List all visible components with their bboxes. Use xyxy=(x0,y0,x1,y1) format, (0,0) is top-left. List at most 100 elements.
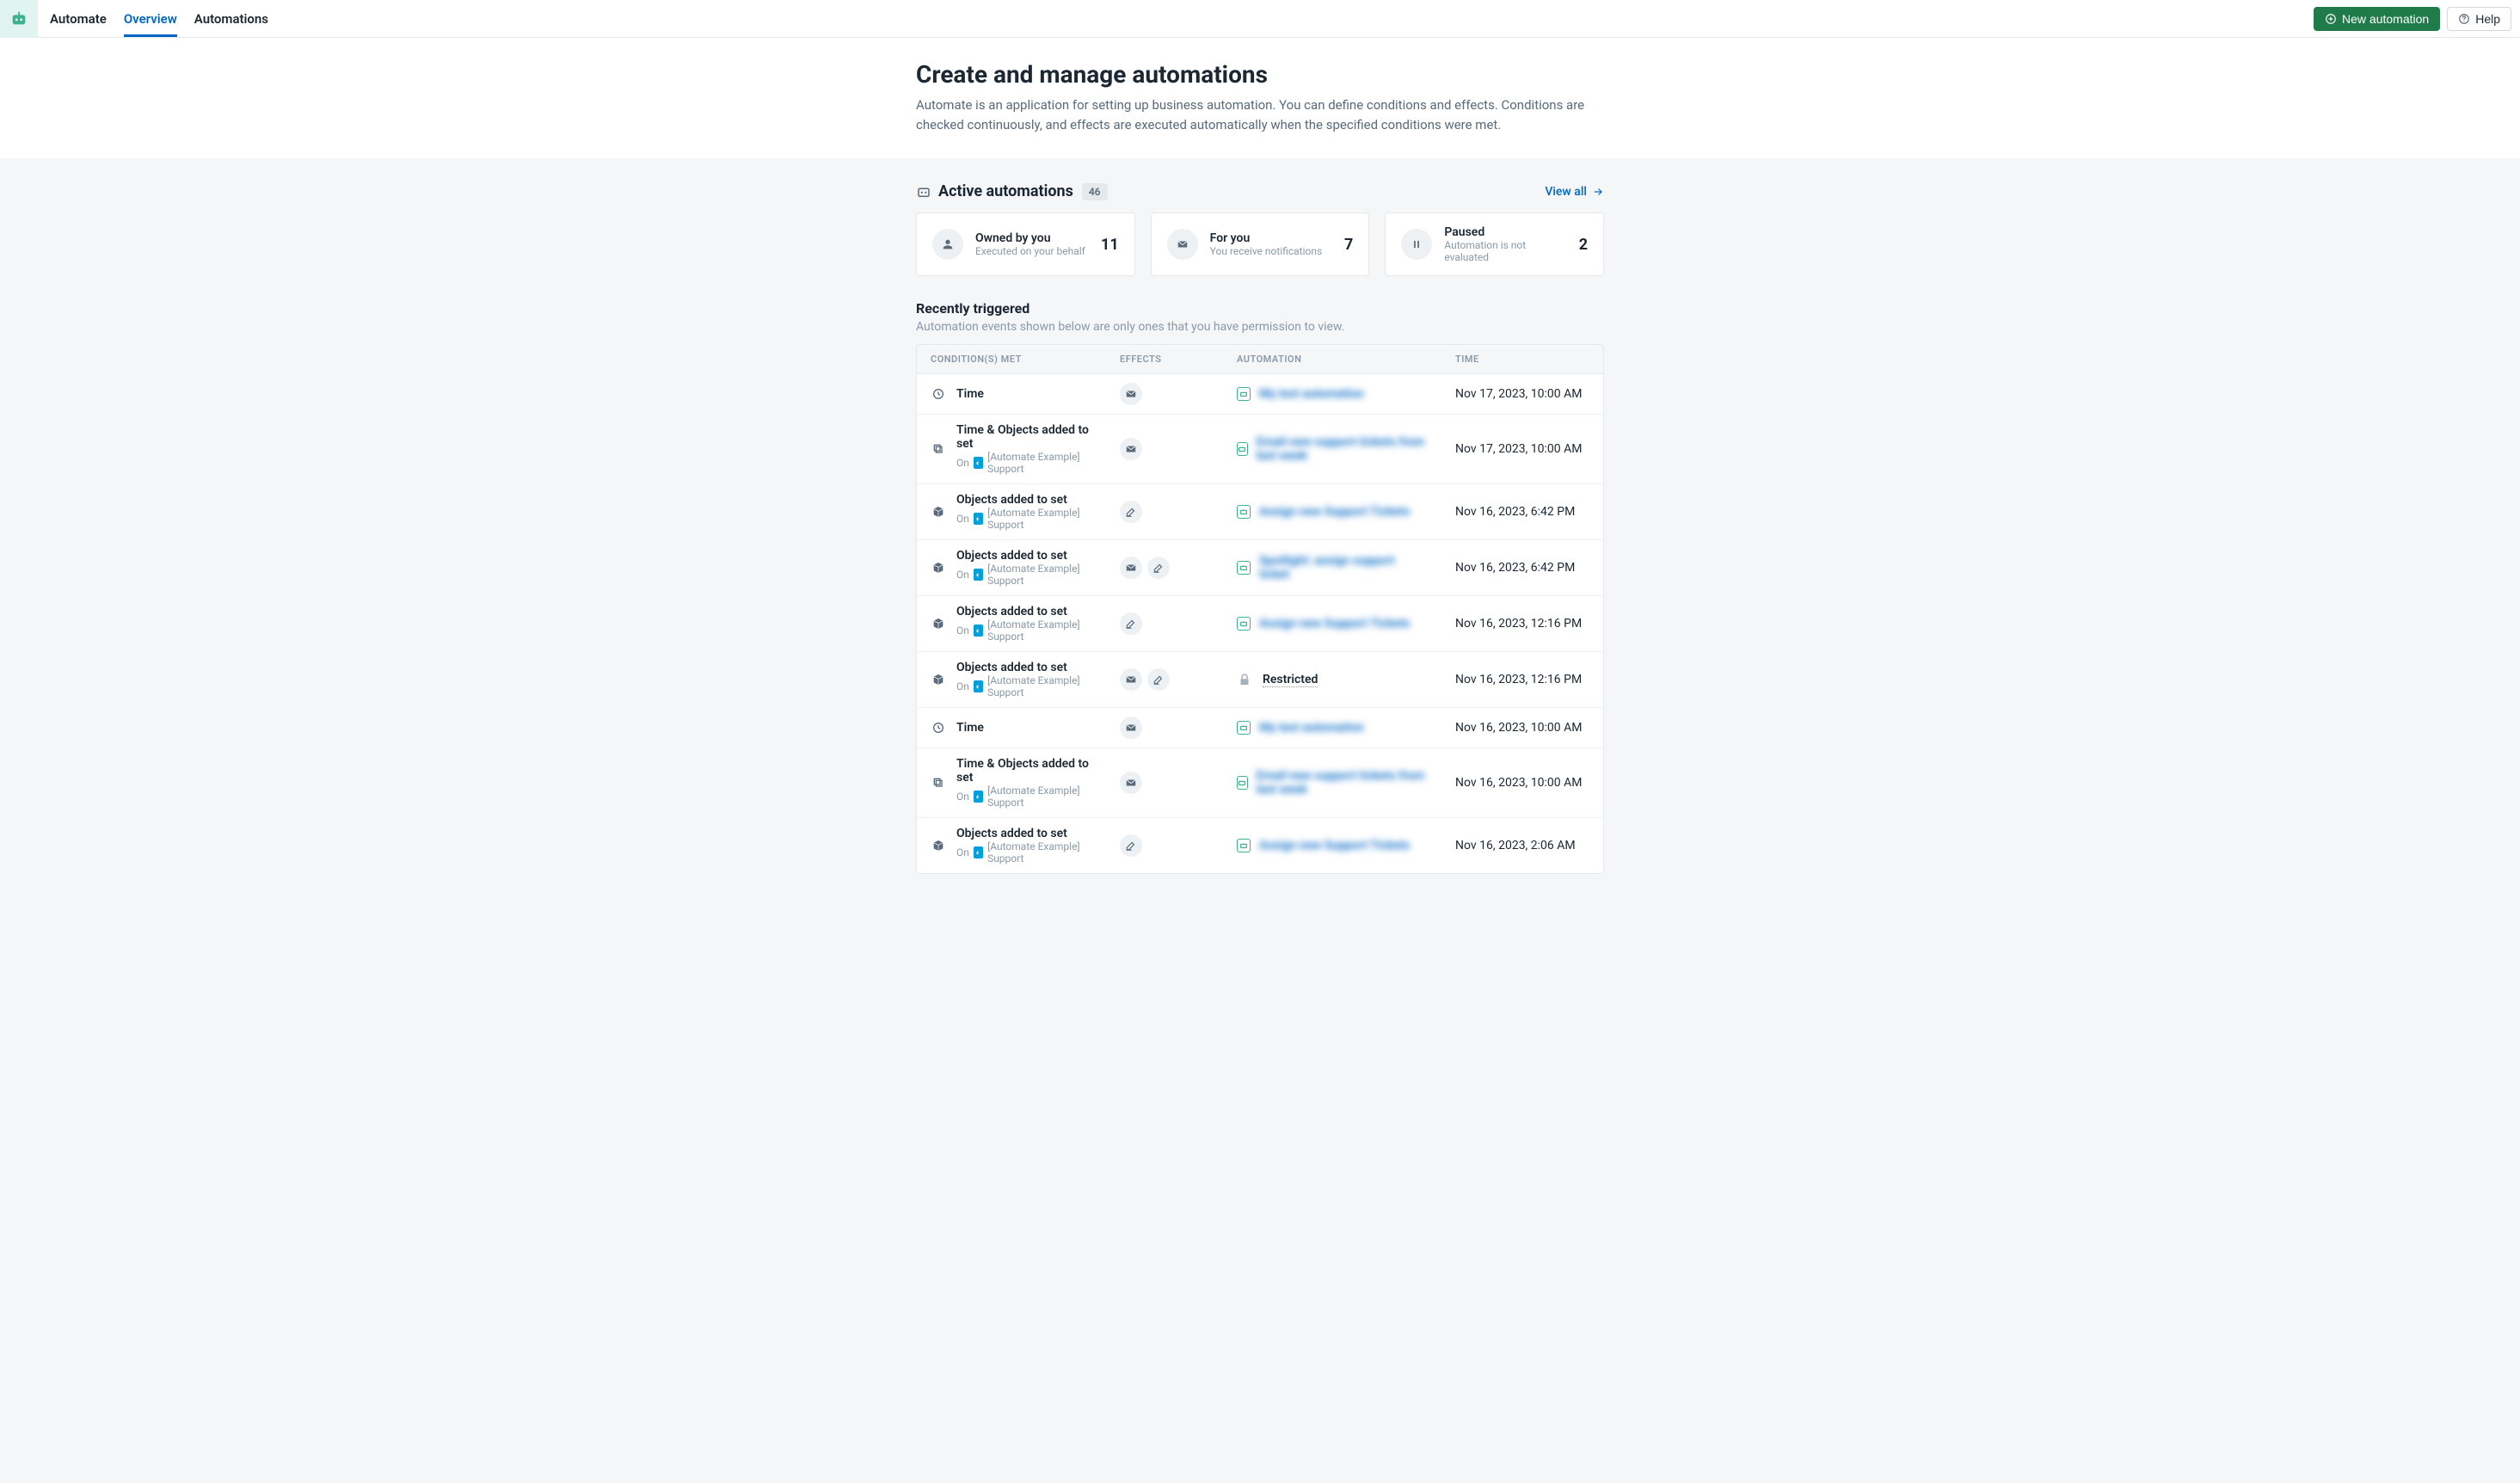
card-for-you[interactable]: For you You receive notifications 7 xyxy=(1151,212,1370,276)
condition-subtitle: On ◐ [Automate Example] Support xyxy=(956,785,1092,809)
cube-icon xyxy=(931,504,946,520)
lock-icon xyxy=(1237,672,1252,687)
card-count: 11 xyxy=(1101,236,1119,254)
plus-circle-icon xyxy=(2325,13,2337,25)
automation-link[interactable]: Email new support tickets from last week xyxy=(1237,435,1428,463)
card-subtitle: You receive notifications xyxy=(1210,245,1332,257)
time-cell: Nov 16, 2023, 2:06 AM xyxy=(1441,830,1603,861)
col-time: TIME xyxy=(1441,345,1603,373)
recent-title: Recently triggered xyxy=(916,300,1604,317)
table-row[interactable]: Time & Objects added to set On ◐ [Automa… xyxy=(917,748,1603,818)
automation-link[interactable]: Assign new Support Tickets xyxy=(1237,505,1428,519)
app-logo xyxy=(0,0,38,38)
automation-link[interactable]: Assign new Support Tickets xyxy=(1237,617,1428,631)
card-owned-by-you[interactable]: Owned by you Executed on your behalf 11 xyxy=(916,212,1135,276)
automation-chip-icon xyxy=(1237,561,1251,575)
effect-chips xyxy=(1120,834,1209,857)
condition-title: Objects added to set xyxy=(956,827,1092,840)
active-automations-header: Active automations 46 View all xyxy=(916,182,1604,200)
new-automation-button[interactable]: New automation xyxy=(2314,7,2440,31)
pencil-icon xyxy=(1120,612,1142,635)
card-title: For you xyxy=(1210,231,1332,245)
condition-subtitle: On ◐ [Automate Example] Support xyxy=(956,674,1092,698)
new-automation-label: New automation xyxy=(2342,12,2429,26)
object-chip-icon: ◐ xyxy=(974,846,983,858)
pencil-icon xyxy=(1120,501,1142,523)
effect-chips xyxy=(1120,438,1209,460)
automation-link[interactable]: Assign new Support Tickets xyxy=(1237,839,1428,852)
time-cell: Nov 17, 2023, 10:00 AM xyxy=(1441,378,1603,409)
nav-tabs: Automate Overview Automations xyxy=(50,0,268,37)
condition-subtitle: On ◐ [Automate Example] Support xyxy=(956,563,1092,587)
card-paused[interactable]: Paused Automation is not evaluated 2 xyxy=(1385,212,1604,276)
automation-name: Email new support tickets from last week xyxy=(1257,435,1428,463)
effect-chips xyxy=(1120,557,1209,579)
mail-icon xyxy=(1120,668,1142,691)
mail-icon xyxy=(1120,717,1142,739)
col-automation: AUTOMATION xyxy=(1223,345,1441,373)
condition-subtitle: On ◐ [Automate Example] Support xyxy=(956,507,1092,531)
effect-chips xyxy=(1120,383,1209,405)
table-row[interactable]: Objects added to set On ◐ [Automate Exam… xyxy=(917,652,1603,708)
user-icon xyxy=(932,229,963,260)
condition-title: Objects added to set xyxy=(956,661,1092,674)
pencil-icon xyxy=(1120,834,1142,857)
card-title: Paused xyxy=(1444,225,1566,239)
automation-link[interactable]: My test automation xyxy=(1237,721,1428,735)
table-row[interactable]: Time My test automation Nov 17, 2023, 10… xyxy=(917,374,1603,415)
automation-chip-icon xyxy=(1237,776,1248,790)
automation-chip-icon xyxy=(1237,442,1248,456)
automation-restricted: Restricted xyxy=(1237,672,1428,687)
effect-chips xyxy=(1120,772,1209,794)
automation-chip-icon xyxy=(1237,839,1251,852)
automation-name: Email new support tickets from last week xyxy=(1257,769,1428,797)
cube-icon xyxy=(931,616,946,631)
automation-name: Assign new Support Tickets xyxy=(1259,839,1410,852)
mail-icon xyxy=(1120,772,1142,794)
time-cell: Nov 16, 2023, 10:00 AM xyxy=(1441,712,1603,743)
help-button[interactable]: Help xyxy=(2447,7,2511,31)
active-count-badge: 46 xyxy=(1082,183,1108,200)
view-all-label: View all xyxy=(1545,185,1587,199)
condition-title: Objects added to set xyxy=(956,493,1092,507)
clock-icon xyxy=(931,386,946,402)
automation-chip-icon xyxy=(1237,387,1251,401)
mail-icon xyxy=(1120,383,1142,405)
effect-chips xyxy=(1120,717,1209,739)
tab-automate[interactable]: Automate xyxy=(50,0,107,37)
hero: Create and manage automations Automate i… xyxy=(0,38,2520,158)
table-row[interactable]: Time My test automation Nov 16, 2023, 10… xyxy=(917,708,1603,748)
mail-icon xyxy=(1120,438,1142,460)
page-title: Create and manage automations xyxy=(916,60,1604,89)
cube-icon xyxy=(931,672,946,687)
table-row[interactable]: Objects added to set On ◐ [Automate Exam… xyxy=(917,818,1603,873)
restricted-label: Restricted xyxy=(1263,673,1318,687)
robot-icon xyxy=(9,9,28,28)
automation-chip-icon xyxy=(1237,617,1251,631)
automation-link[interactable]: Spotlight: assign support ticket xyxy=(1237,554,1428,582)
table-row[interactable]: Objects added to set On ◐ [Automate Exam… xyxy=(917,596,1603,652)
object-chip-icon: ◐ xyxy=(974,680,983,692)
table-row[interactable]: Objects added to set On ◐ [Automate Exam… xyxy=(917,540,1603,596)
automation-chip-icon xyxy=(1237,505,1251,519)
table-row[interactable]: Objects added to set On ◐ [Automate Exam… xyxy=(917,484,1603,540)
card-count: 7 xyxy=(1344,236,1353,254)
mail-icon xyxy=(1167,229,1198,260)
help-label: Help xyxy=(2475,12,2500,26)
copy-icon xyxy=(931,441,946,457)
automation-name: Assign new Support Tickets xyxy=(1259,617,1410,631)
table-row[interactable]: Time & Objects added to set On ◐ [Automa… xyxy=(917,415,1603,484)
automation-chip-icon xyxy=(1237,721,1251,735)
tab-automations[interactable]: Automations xyxy=(194,0,268,37)
cube-icon xyxy=(931,560,946,575)
tab-overview[interactable]: Overview xyxy=(124,0,177,37)
object-chip-icon: ◐ xyxy=(974,791,983,803)
view-all-link[interactable]: View all xyxy=(1545,185,1604,199)
pencil-icon xyxy=(1147,668,1170,691)
automation-link[interactable]: Email new support tickets from last week xyxy=(1237,769,1428,797)
object-chip-icon: ◐ xyxy=(974,513,983,525)
cube-icon xyxy=(931,838,946,853)
automation-link[interactable]: My test automation xyxy=(1237,387,1428,401)
condition-title: Objects added to set xyxy=(956,605,1092,618)
object-chip-icon: ◐ xyxy=(974,569,983,581)
